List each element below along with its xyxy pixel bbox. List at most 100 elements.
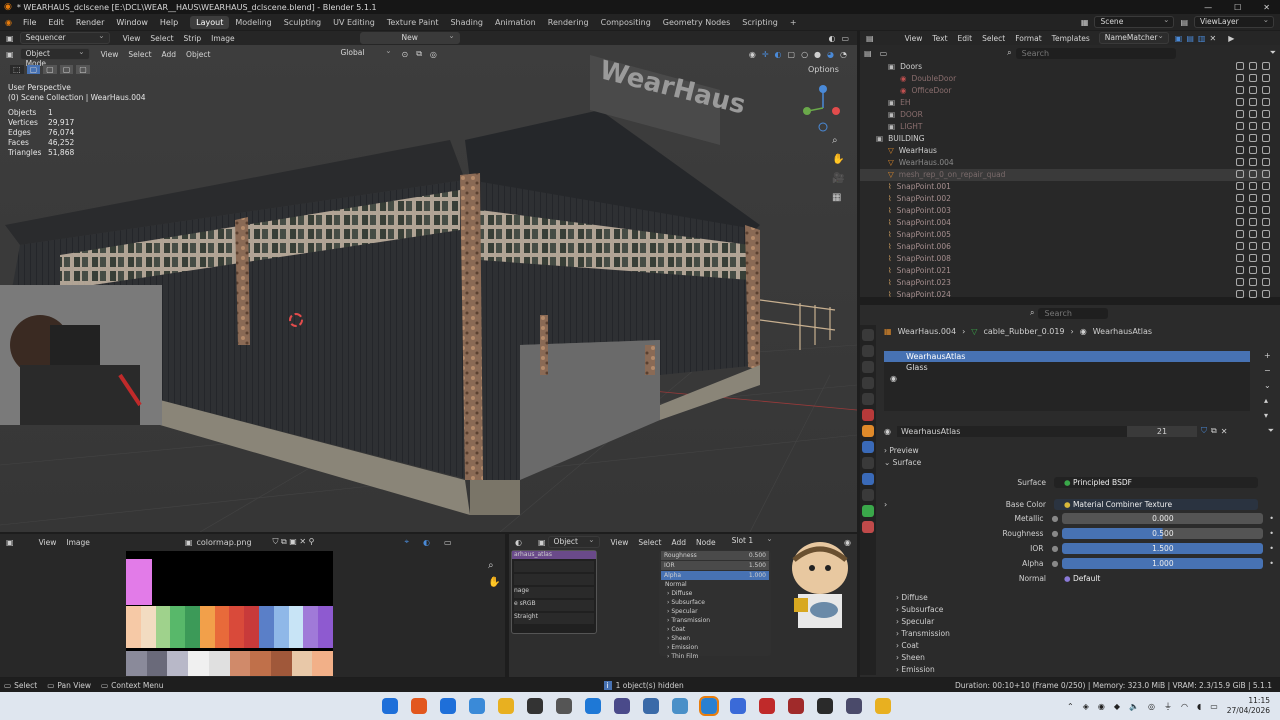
eye-icon[interactable] [1249, 158, 1257, 166]
node-subpanel[interactable]: › Thin Film [659, 653, 771, 662]
image-overlay-icon[interactable]: ◐ [423, 538, 430, 547]
visibility-toggles[interactable] [1236, 218, 1270, 226]
modifier-tab-icon[interactable] [862, 441, 874, 453]
subpanel-sheen[interactable]: › Sheen [896, 652, 1274, 664]
world-tab-icon[interactable] [862, 409, 874, 421]
menu-view-text[interactable]: View [900, 33, 928, 44]
subpanel-transmission[interactable]: › Transmission [896, 628, 1274, 640]
camera-toggle-icon[interactable] [1262, 278, 1270, 286]
shader-mode-selector[interactable]: Object [547, 535, 600, 548]
material-tab-icon[interactable] [862, 521, 874, 533]
pan-hand-icon[interactable]: ✋ [832, 154, 844, 165]
visibility-toggles[interactable] [1236, 254, 1270, 262]
particles-tab-icon[interactable] [862, 457, 874, 469]
field-slider[interactable]: 1.000 [1062, 558, 1264, 569]
move-down-icon[interactable]: ▾ [1264, 411, 1271, 420]
image-view-icon[interactable]: ▭ [444, 538, 452, 547]
eye-icon[interactable] [1249, 110, 1257, 118]
blender-menu-icon[interactable]: ◉ [0, 18, 17, 27]
material-browse-icon[interactable]: ◉ [884, 427, 891, 436]
colormap-image[interactable] [126, 551, 334, 676]
clock[interactable]: 11:15 27/04/2026 [1227, 696, 1270, 716]
text-close-icon[interactable]: ✕ [1209, 34, 1216, 43]
tool-tab-icon[interactable] [862, 329, 874, 341]
camera-toggle-icon[interactable] [1262, 98, 1270, 106]
node-subpanel[interactable]: › Diffuse [659, 590, 771, 599]
snap-icon[interactable]: ⧉ [416, 49, 422, 59]
select-toggle-icon[interactable] [1236, 290, 1244, 298]
outliner-row[interactable]: ⌇ SnapPoint.003 [860, 205, 1270, 217]
select-toggle-icon[interactable] [1236, 218, 1244, 226]
terminal-icon[interactable] [527, 698, 543, 714]
camera-toggle-icon[interactable] [1262, 230, 1270, 238]
camera-toggle-icon[interactable] [1262, 62, 1270, 70]
constraints-tab-icon[interactable] [862, 489, 874, 501]
outliner-row[interactable]: ⌇ SnapPoint.001 [860, 181, 1270, 193]
eye-icon[interactable] [1249, 74, 1257, 82]
menu-templates[interactable]: Templates [1047, 33, 1095, 44]
visibility-icon[interactable]: ◉ [749, 50, 756, 59]
view-layer-tab-icon[interactable] [862, 377, 874, 389]
keyframe-dot-icon[interactable]: • [1269, 514, 1274, 523]
image-pin-icon[interactable]: ⛉ ⧉ ▣ ✕ ⚲ [272, 537, 314, 547]
select-toggle-icon[interactable] [1236, 146, 1244, 154]
menu-add-node[interactable]: Add [667, 537, 692, 548]
maximize-button[interactable]: ☐ [1234, 3, 1241, 12]
outliner-row[interactable]: ⌇ SnapPoint.008 [860, 253, 1270, 265]
outliner-row[interactable]: ▣ EH [860, 97, 1270, 109]
base-color-field[interactable]: ● Material Combiner Texture [1054, 498, 1258, 510]
remove-slot-icon[interactable]: − [1264, 366, 1271, 375]
orientation-selector[interactable]: Global [335, 46, 395, 60]
eye-icon[interactable] [1249, 206, 1257, 214]
subpanel-specular[interactable]: › Specular [896, 616, 1274, 628]
camera-toggle-icon[interactable] [1262, 266, 1270, 274]
image-editor-type-icon[interactable]: ▣ [0, 538, 20, 547]
menu-view-3d[interactable]: View [96, 49, 124, 60]
select-toggle-icon[interactable] [1236, 98, 1244, 106]
zoom-icon[interactable]: ⌕ [832, 135, 844, 146]
gizmo-icon[interactable]: ✛ [762, 50, 769, 59]
menu-edit-text[interactable]: Edit [953, 33, 978, 44]
link-dot-icon[interactable]: ● [1051, 559, 1058, 568]
3d-cursor-icon[interactable] [289, 313, 303, 327]
menu-view-image[interactable]: View [34, 537, 62, 548]
workspace-tab-uv-editing[interactable]: UV Editing [327, 16, 381, 29]
outliner-row[interactable]: ⌇ SnapPoint.005 [860, 229, 1270, 241]
node-subpanel[interactable]: › Specular [659, 608, 771, 617]
select-toggle-icon[interactable] [1236, 170, 1244, 178]
visibility-toggles[interactable] [1236, 134, 1270, 142]
minimize-button[interactable]: — [1204, 3, 1212, 12]
outliner-search-input[interactable]: Search [1015, 47, 1176, 59]
eye-icon[interactable] [1249, 230, 1257, 238]
menu-select-text[interactable]: Select [977, 33, 1010, 44]
outliner-row[interactable]: ▽ WearHaus [860, 145, 1270, 157]
proportional-icon[interactable]: ◎ [430, 50, 437, 59]
image-texture-node[interactable]: arhaus_atlas nage e sRGB Straight [511, 550, 597, 634]
camera-toggle-icon[interactable] [1262, 254, 1270, 262]
expand-icon[interactable]: › [884, 500, 904, 509]
output-tab-icon[interactable] [862, 361, 874, 373]
eye-icon[interactable] [1249, 134, 1257, 142]
camera-toggle-icon[interactable] [1262, 110, 1270, 118]
eye-icon[interactable] [1249, 62, 1257, 70]
keyframe-dot-icon[interactable]: • [1269, 529, 1274, 538]
visibility-toggles[interactable] [1236, 242, 1270, 250]
normal-field[interactable]: ● Default [1054, 573, 1258, 584]
menu-node[interactable]: Node [691, 537, 721, 548]
menu-select-3d[interactable]: Select [123, 49, 156, 60]
subpanel-subsurface[interactable]: › Subsurface [896, 604, 1274, 616]
camera-toggle-icon[interactable] [1262, 242, 1270, 250]
start-icon[interactable] [382, 698, 398, 714]
menu-render[interactable]: Render [70, 18, 110, 27]
workspace-tab-animation[interactable]: Animation [489, 16, 542, 29]
scene-tab-icon[interactable] [862, 393, 874, 405]
object-tab-icon[interactable] [862, 425, 874, 437]
search-icon[interactable] [440, 698, 456, 714]
select-toggle-icon[interactable] [1236, 242, 1244, 250]
outliner-row[interactable]: ⌇ SnapPoint.024 [860, 289, 1270, 301]
app9-icon[interactable] [846, 698, 862, 714]
pin-icon[interactable]: ⏷ [1268, 426, 1274, 436]
camera-toggle-icon[interactable] [1262, 218, 1270, 226]
shading-solid-icon[interactable]: ● [814, 50, 821, 59]
visibility-toggles[interactable] [1236, 62, 1270, 70]
